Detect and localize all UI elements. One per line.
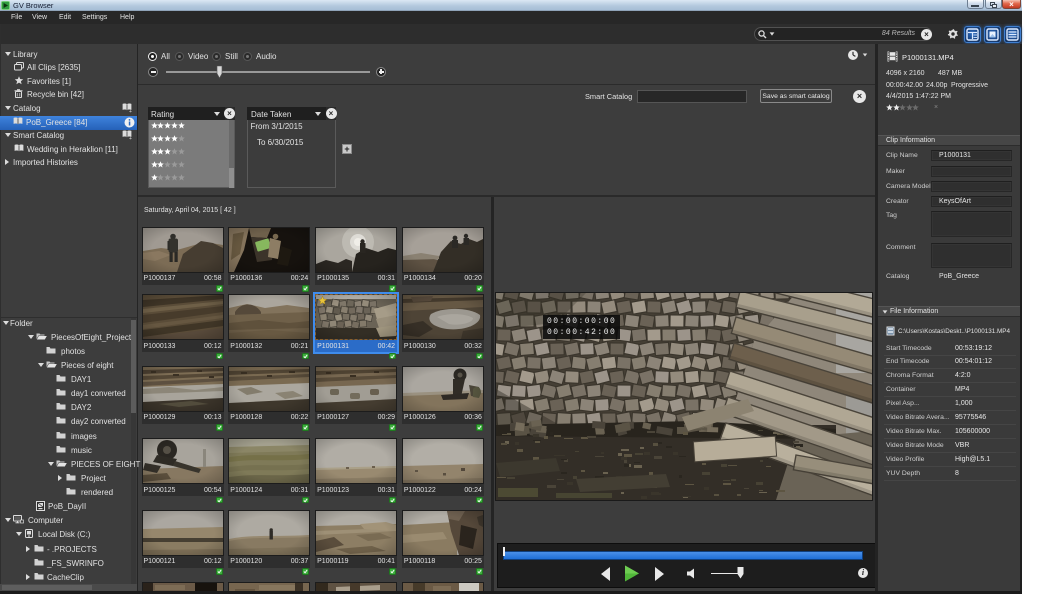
- svg-text:+: +: [129, 136, 132, 140]
- svg-text:+: +: [129, 109, 132, 113]
